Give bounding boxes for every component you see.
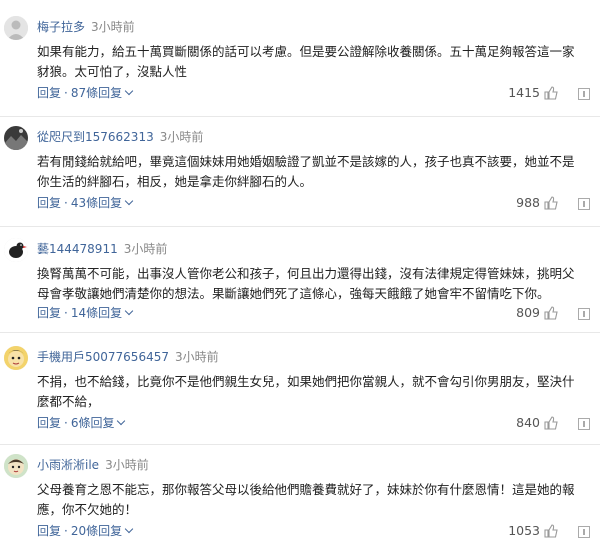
reply-button[interactable]: 回复 <box>37 306 61 320</box>
landscape-avatar-icon[interactable] <box>4 126 28 150</box>
chevron-down-icon <box>117 416 126 426</box>
comment-header: 梅子拉多 3小時前 <box>37 18 135 36</box>
comment-time: 3小時前 <box>105 458 149 472</box>
comment-time: 3小時前 <box>174 350 219 364</box>
reply-button[interactable]: 回复 <box>37 524 61 538</box>
comment-item: 從咫尺到157662313 3小時前 若有閒錢給就給吧，畢竟這個妹妹用她婚姻驗證了… <box>0 124 600 230</box>
like-count: 809 <box>516 305 540 320</box>
reply-button[interactable]: 回复 <box>37 86 61 100</box>
comment-item: 梅子拉多 3小時前 如果有能力，給五十萬買斷關係的話可以考慮。但是要公證解除收養關… <box>0 14 600 120</box>
dot-separator: · <box>64 306 68 320</box>
thumbs-up-icon[interactable] <box>544 524 558 538</box>
comment-item: 小雨淅淅ile 3小時前 父母養育之恩不能忘，那你報答父母以後給他們贍養費就好了，… <box>0 452 600 554</box>
reply-button[interactable]: 回复 <box>37 416 61 430</box>
like-count: 1415 <box>508 85 540 100</box>
report-icon[interactable] <box>578 88 590 100</box>
view-replies-button[interactable]: 43條回复 <box>70 196 134 210</box>
reply-count-label: 87條回复 <box>70 86 123 100</box>
comment-text: 父母養育之恩不能忘，那你報答父母以後給他們贍養費就好了，妹妹於你有什麼恩情！這是… <box>37 482 575 517</box>
view-replies-button[interactable]: 20條回复 <box>70 524 134 538</box>
comment-username[interactable]: 從咫尺到157662313 <box>37 130 154 144</box>
comment-text: 不捐，也不給錢，比竟你不是他們親生女兒，如果她們把你當親人，就不會勾引你男朋友，… <box>37 374 575 409</box>
like-count: 1053 <box>508 523 540 538</box>
comment-username[interactable]: 小雨淅淅ile <box>37 458 99 472</box>
reply-count-label: 6條回复 <box>70 416 115 430</box>
comment-username[interactable]: 梅子拉多 <box>37 20 85 34</box>
view-replies-button[interactable]: 87條回复 <box>70 86 134 100</box>
divider <box>0 226 600 227</box>
comment-actions: 回复 · 87條回复 <box>37 84 134 102</box>
reply-count-label: 43條回复 <box>70 196 123 210</box>
comment-text: 如果有能力，給五十萬買斷關係的話可以考慮。但是要公證解除收養關係。五十萬足夠報答… <box>37 44 575 79</box>
comment-actions: 回复 · 6條回复 <box>37 414 126 432</box>
view-replies-button[interactable]: 14條回复 <box>70 306 134 320</box>
comment-time: 3小時前 <box>123 242 168 256</box>
comment-actions: 回复 · 43條回复 <box>37 194 134 212</box>
comment-username[interactable]: 手機用戶50077656457 <box>37 350 169 364</box>
like-count: 840 <box>516 415 540 430</box>
thumbs-up-icon[interactable] <box>544 306 558 320</box>
thumbs-up-icon[interactable] <box>544 416 558 430</box>
chevron-down-icon <box>124 86 134 96</box>
report-icon[interactable] <box>578 418 590 430</box>
thumbs-up-icon[interactable] <box>544 196 558 210</box>
comment-actions: 回复 · 20條回复 <box>37 522 134 540</box>
divider <box>0 444 600 445</box>
dot-separator: · <box>64 86 68 100</box>
comment-username[interactable]: 藝144478911 <box>37 242 118 256</box>
cartoon-avatar-icon[interactable] <box>4 346 28 370</box>
like-count: 988 <box>516 195 540 210</box>
comment-item: 手機用戶50077656457 3小時前 不捐，也不給錢，比竟你不是他們親生女兒，… <box>0 344 600 444</box>
comment-header: 手機用戶50077656457 3小時前 <box>37 348 219 366</box>
report-icon[interactable] <box>578 308 590 320</box>
cartoon-face-avatar-icon[interactable] <box>4 454 28 478</box>
comment-time: 3小時前 <box>159 130 204 144</box>
comment-text: 換腎萬萬不可能，出事沒人管你老公和孩子，何且出力還得出錢，沒有法律規定得管妹妹，… <box>37 266 575 301</box>
chevron-down-icon <box>124 524 134 534</box>
comment-text: 若有閒錢給就給吧，畢竟這個妹妹用她婚姻驗證了凱並不是該嫁的人，孩子也真不該要，她… <box>37 154 575 189</box>
reply-count-label: 14條回复 <box>70 306 123 320</box>
chevron-down-icon <box>124 196 134 206</box>
comment-actions: 回复 · 14條回复 <box>37 304 134 322</box>
bird-avatar-icon[interactable] <box>4 238 28 262</box>
dot-separator: · <box>64 416 68 430</box>
comment-header: 小雨淅淅ile 3小時前 <box>37 456 149 474</box>
divider <box>0 332 600 333</box>
comment-header: 從咫尺到157662313 3小時前 <box>37 128 203 146</box>
chevron-down-icon <box>124 306 134 316</box>
reply-count-label: 20條回复 <box>70 524 123 538</box>
default-avatar-icon[interactable] <box>4 16 28 40</box>
thumbs-up-icon[interactable] <box>544 86 558 100</box>
reply-button[interactable]: 回复 <box>37 196 61 210</box>
dot-separator: · <box>64 196 68 210</box>
view-replies-button[interactable]: 6條回复 <box>70 416 126 430</box>
comment-time: 3小時前 <box>91 20 135 34</box>
divider <box>0 116 600 117</box>
comment-header: 藝144478911 3小時前 <box>37 240 167 258</box>
dot-separator: · <box>64 524 68 538</box>
report-icon[interactable] <box>578 198 590 210</box>
report-icon[interactable] <box>578 526 590 538</box>
comment-item: 藝144478911 3小時前 換腎萬萬不可能，出事沒人管你老公和孩子，何且出力還… <box>0 236 600 336</box>
